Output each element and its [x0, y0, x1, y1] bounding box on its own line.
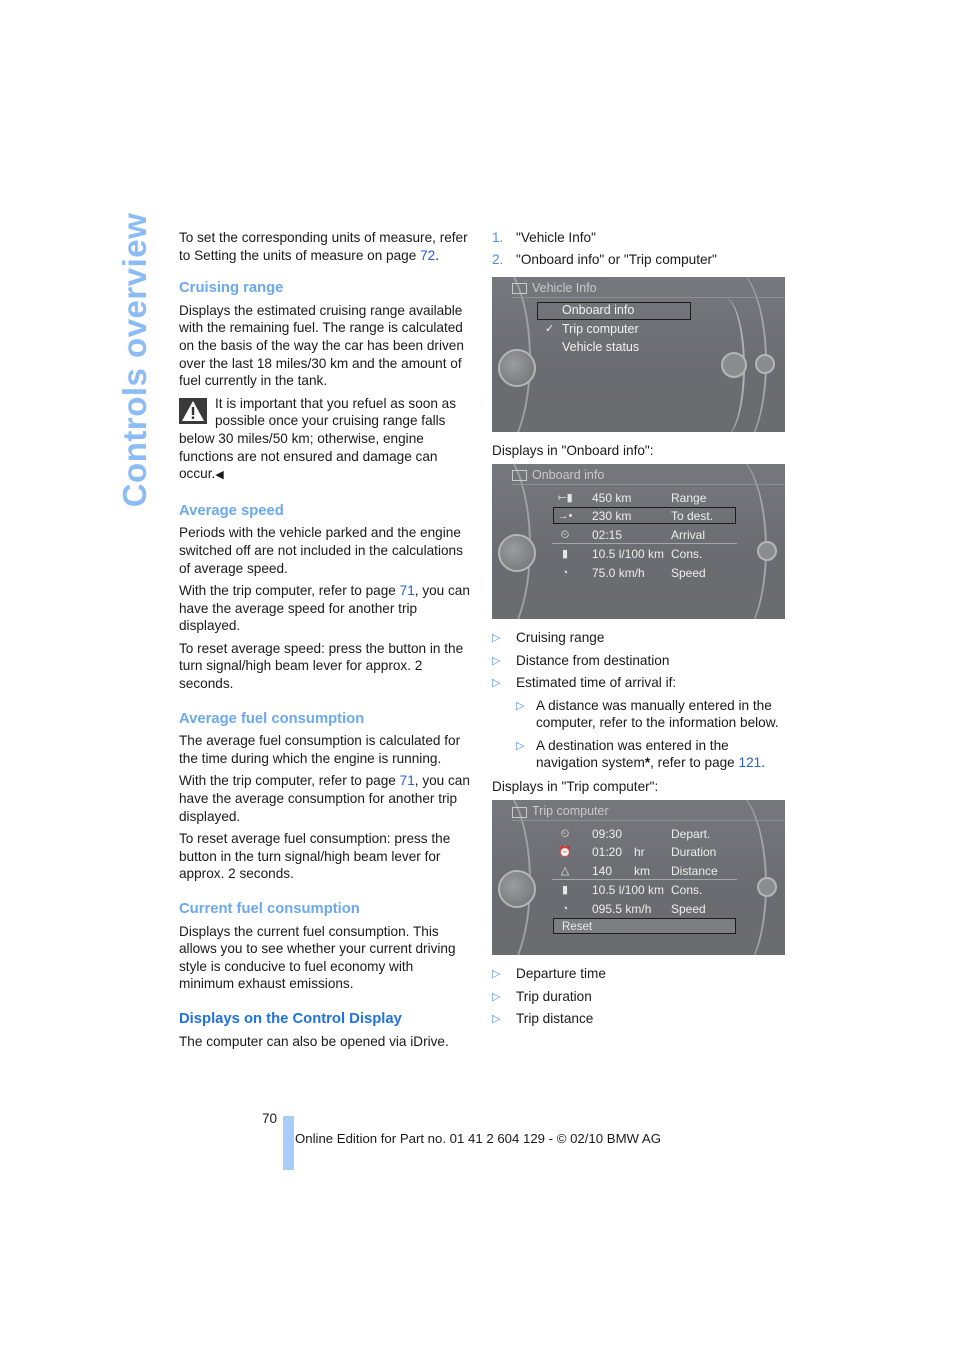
list-item: ▷ Estimated time of arrival if: ▷ A distan…	[492, 674, 787, 772]
footer-edition-text: Online Edition for Part no. 01 41 2 604 …	[295, 1131, 661, 1146]
menu-item-onboard-info[interactable]: Onboard info	[562, 302, 634, 320]
trip-row-depart: ⏲ 09:30 Depart.	[557, 826, 742, 844]
heading-control-display: Displays on the Control Display	[179, 1010, 402, 1027]
triangle-bullet-icon: ▷	[492, 632, 501, 645]
triangle-bullet-icon: ▷	[516, 699, 525, 712]
page-link-121[interactable]: 121	[739, 755, 762, 770]
trip-computer-list: ▷ Departure time ▷ Trip duration ▷ Trip dis…	[492, 965, 787, 1027]
caption-onboard-info: Displays in "Onboard info":	[492, 442, 654, 458]
list-item: ▷ A destination was entered in the naviga…	[516, 737, 765, 771]
triangle-bullet-icon: ▷	[492, 968, 501, 981]
menu-icon	[512, 806, 527, 818]
control-display-body: The computer can also be opened via iDri…	[179, 1033, 449, 1049]
menu-item-trip-computer[interactable]: Trip computer	[562, 321, 639, 339]
screen-title: Vehicle Info	[512, 280, 597, 298]
intro-paragraph: To set the corresponding units of measur…	[179, 230, 468, 263]
avg-speed-p1: Periods with the vehicle parked and the …	[179, 525, 463, 576]
controller-knob-icon	[498, 534, 536, 573]
warning-note: It is important that you refuel as soon …	[179, 395, 471, 485]
trip-row-consumption: ▮ 10.5 l/100 km Cons.	[557, 882, 742, 900]
road-distance-icon: △	[560, 865, 570, 878]
departure-clock-icon: ⏲	[560, 828, 570, 841]
car-icon	[512, 282, 527, 294]
clock-icon: ⏲	[560, 529, 570, 542]
controller-knob-icon	[498, 348, 536, 387]
heading-current-fuel: Current fuel consumption	[179, 901, 360, 917]
steps-list: 1. "Vehicle Info" 2. "Onboard info" or "Tr…	[492, 229, 787, 269]
avg-speed-p3: To reset average speed: press the button…	[179, 640, 464, 692]
list-item: ▷ Trip distance	[492, 1010, 787, 1028]
side-button-icon	[755, 353, 775, 374]
heading-cruising-range: Cruising range	[179, 280, 284, 297]
left-column: To set the corresponding units of measur…	[179, 229, 471, 1055]
list-item: ▷ Distance from destination	[492, 652, 787, 670]
menu-icon	[512, 470, 527, 482]
side-button-icon	[757, 877, 777, 898]
side-button-icon	[721, 351, 747, 378]
section-side-tab: Controls overview	[116, 212, 153, 508]
triangle-bullet-icon: ▷	[492, 990, 501, 1003]
fuel-pump-icon: ▮	[561, 548, 569, 561]
triangle-bullet-icon: ▷	[492, 677, 501, 690]
triangle-bullet-icon: ▷	[492, 1013, 501, 1026]
page-number: 70	[262, 1111, 278, 1126]
footer-accent-bar	[283, 1116, 294, 1170]
screen-title: Trip computer	[512, 803, 609, 821]
cruising-range-body: Displays the estimated cruising range av…	[179, 302, 464, 389]
screenshot-trip-computer: Trip computer ⏲ 09:30 Depart. ⏰ 01:20 hr Dura…	[492, 800, 785, 956]
screenshot-vehicle-info: Vehicle Info Onboard info ✓ Trip compute…	[492, 276, 785, 432]
speedometer-icon: ◔	[561, 567, 569, 580]
onboard-row-range: ⇽▮ 450 km Range	[557, 490, 742, 508]
screen-title: Onboard info	[512, 467, 604, 485]
end-mark-icon: ◀	[215, 469, 224, 482]
heading-average-fuel: Average fuel consumption	[179, 710, 365, 727]
controller-knob-icon	[498, 870, 536, 909]
list-item: ▷ Trip duration	[492, 988, 787, 1006]
triangle-bullet-icon: ▷	[516, 739, 525, 752]
side-button-icon	[757, 541, 777, 562]
avg-fuel-p1: The average fuel consumption is calculat…	[179, 733, 461, 766]
speedometer-icon: ◔	[561, 903, 569, 916]
step-item: 1. "Vehicle Info"	[492, 230, 596, 245]
avg-fuel-p3: To reset average fuel consumption: press…	[179, 831, 451, 882]
heading-average-speed: Average speed	[179, 502, 284, 519]
avg-speed-p2: With the trip computer, refer to page 71…	[179, 583, 470, 634]
destination-icon: →•	[557, 510, 573, 523]
onboard-info-list: ▷ Cruising range ▷ Distance from destinati…	[492, 629, 787, 772]
step-item: 2. "Onboard info" or "Trip computer"	[492, 252, 717, 268]
check-icon: ✓	[545, 322, 555, 335]
reset-button[interactable]: Reset	[553, 918, 736, 935]
right-column: 1. "Vehicle Info" 2. "Onboard info" or "Tr…	[492, 229, 787, 1034]
avg-fuel-p2: With the trip computer, refer to page 71…	[179, 773, 470, 824]
list-item: ▷ Departure time	[492, 965, 787, 983]
trip-row-duration: ⏰ 01:20 hr Duration	[557, 844, 742, 862]
fuel-range-icon: ⇽▮	[557, 492, 573, 505]
current-fuel-body: Displays the current fuel consumption. T…	[179, 923, 456, 992]
list-item: ▷ Cruising range	[492, 629, 787, 647]
screenshot-onboard-info: Onboard info ⇽▮ 450 km Range →• 230 km To de…	[492, 464, 785, 620]
alarm-clock-icon: ⏰	[558, 846, 572, 859]
list-item: ▷ A distance was manually entered in the …	[516, 697, 779, 731]
page-link-71[interactable]: 71	[400, 583, 415, 598]
onboard-row-consumption: ▮ 10.5 l/100 km Cons.	[557, 546, 742, 564]
menu-item-vehicle-status[interactable]: Vehicle status	[562, 339, 639, 357]
page-link-71[interactable]: 71	[400, 773, 415, 788]
arrival-sublist: ▷ A distance was manually entered in the …	[516, 697, 787, 772]
trip-row-speed: ◔ 095.5 km/h Speed	[557, 901, 742, 919]
page-link-72[interactable]: 72	[420, 248, 435, 263]
onboard-row-speed: ◔ 75.0 km/h Speed	[557, 565, 742, 583]
warning-icon	[179, 397, 207, 424]
caption-trip-computer: Displays in "Trip computer":	[492, 778, 659, 794]
triangle-bullet-icon: ▷	[492, 654, 501, 667]
onboard-row-to-dest[interactable]: →• 230 km To dest.	[557, 508, 742, 526]
fuel-pump-icon: ▮	[561, 884, 569, 897]
